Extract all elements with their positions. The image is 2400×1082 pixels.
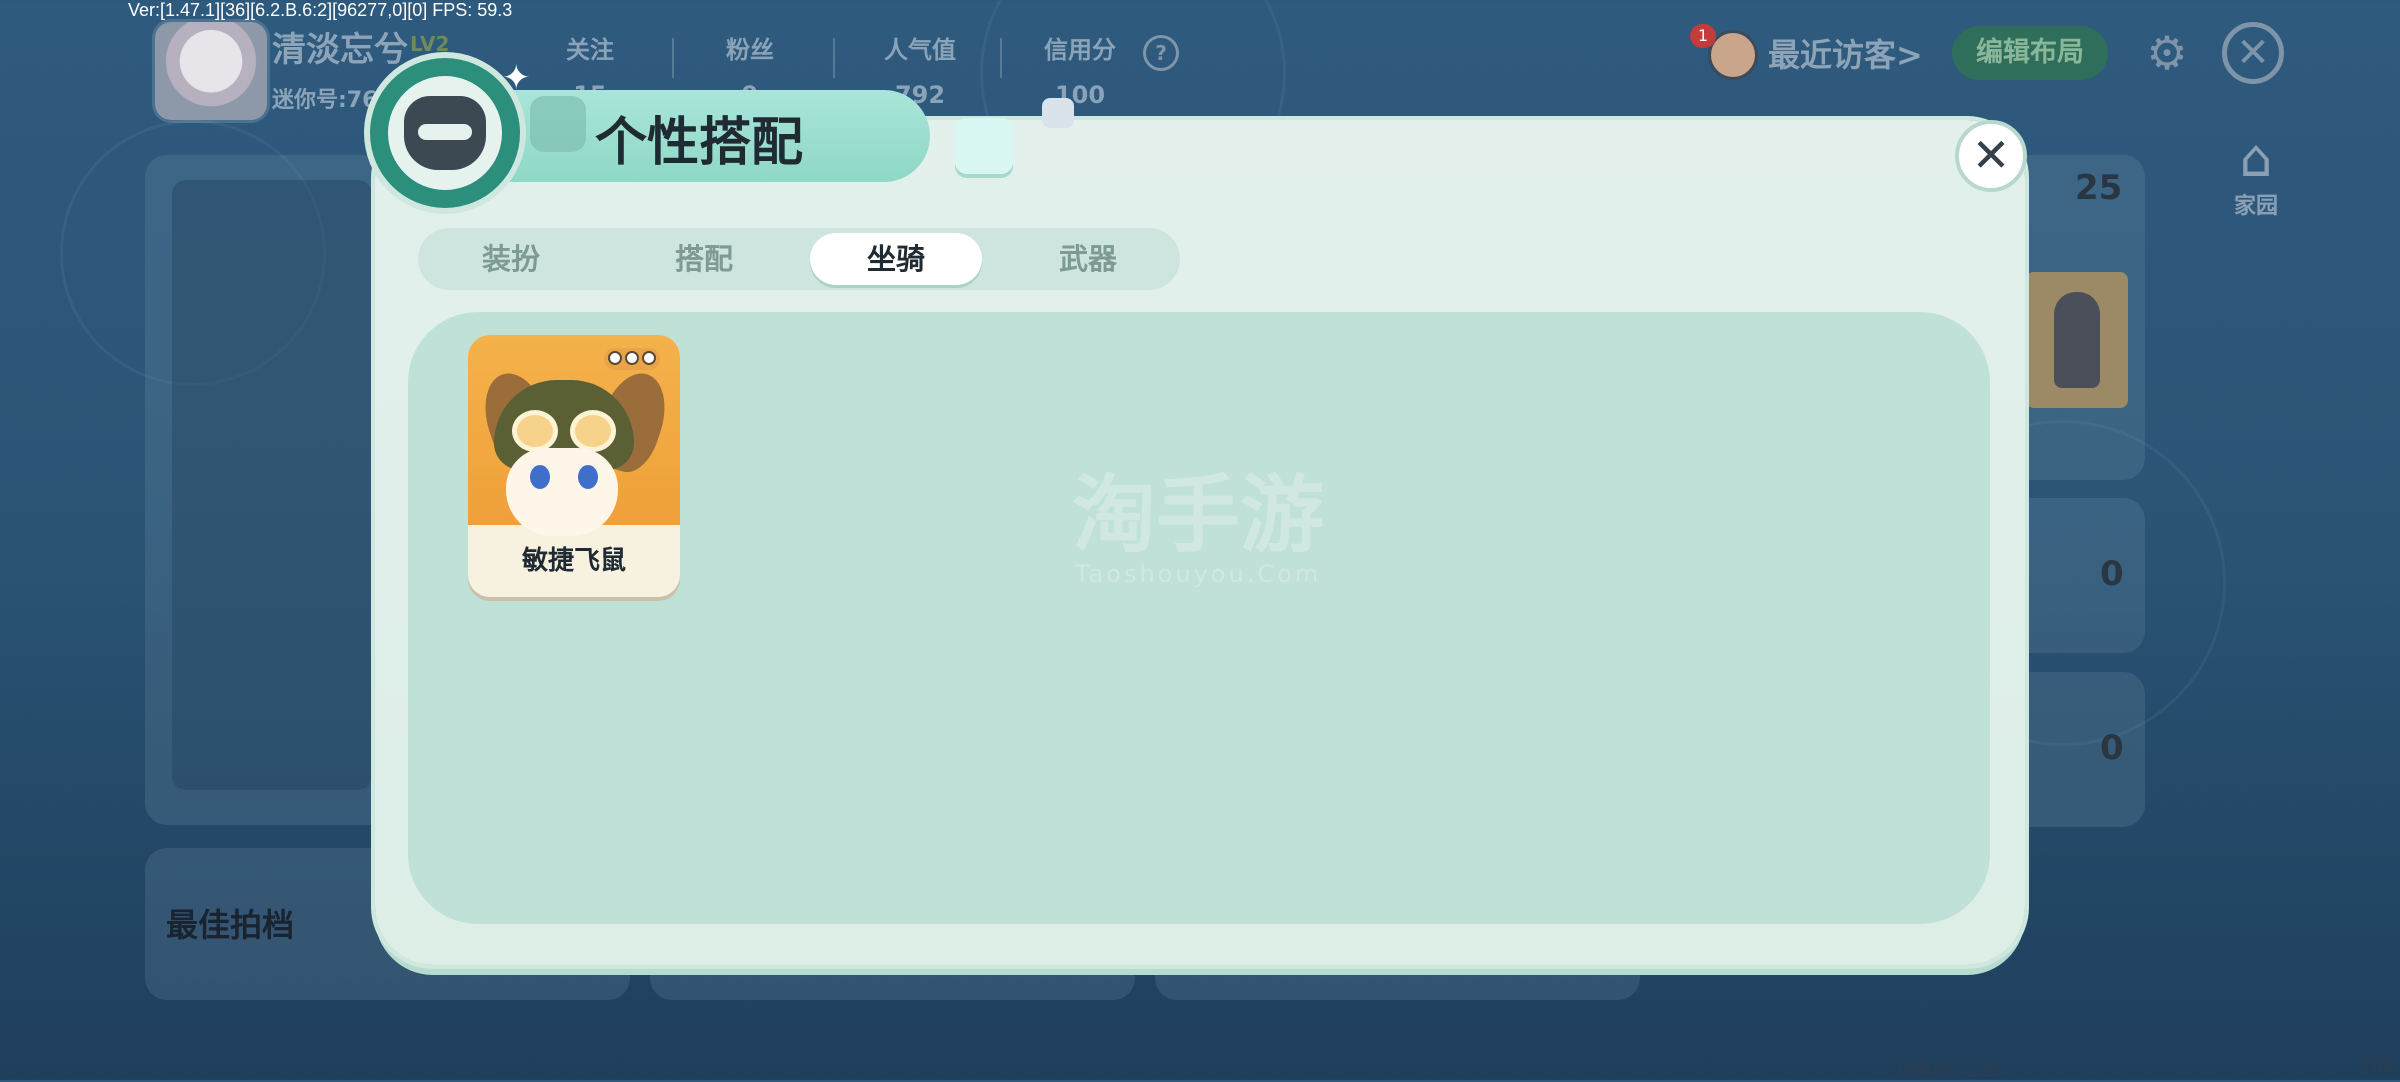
gear-icon[interactable]: ⚙ — [2144, 30, 2190, 76]
more-dot — [625, 351, 639, 365]
right-stat-number: 0 — [2100, 554, 2124, 594]
showcase-inner — [172, 180, 372, 790]
stat-label: 信用分 — [1044, 36, 1116, 64]
tab-outfit[interactable]: 搭配 — [618, 233, 790, 285]
recent-visitors-link[interactable]: 最近访客> — [1768, 30, 1923, 76]
watermark-main: 淘手游 — [1071, 466, 1324, 564]
mount-eye — [578, 465, 598, 489]
divider — [833, 38, 835, 78]
tab-mount[interactable]: 坐骑 — [810, 233, 982, 285]
stat-label: 粉丝 — [726, 36, 774, 64]
bottom-number: 766 — [2360, 1056, 2395, 1077]
mount-eye — [530, 465, 550, 489]
player-mini-id: 迷你号:76 — [272, 88, 378, 113]
divider — [672, 38, 674, 78]
ninja-mask-eyes — [418, 124, 472, 140]
divider — [1000, 38, 1002, 78]
player-name: 清淡忘兮 — [272, 30, 408, 70]
visitor-count-badge: 1 — [1690, 24, 1716, 48]
help-icon[interactable]: ? — [1143, 35, 1179, 71]
player-avatar[interactable] — [155, 22, 267, 120]
mount-goggle — [512, 410, 558, 452]
right-stat-number: 0 — [2100, 728, 2124, 768]
more-dot — [608, 351, 622, 365]
mount-face — [506, 448, 618, 536]
mount-goggle — [570, 410, 616, 452]
decor-square — [1042, 98, 1074, 128]
stat-label: 人气值 — [884, 36, 956, 64]
watermark: 淘手游 Taoshouyou.Com — [1068, 470, 1328, 588]
watermark-sub: Taoshouyou.Com — [1074, 560, 1322, 588]
player-level: LV2 — [410, 32, 450, 56]
more-dot — [642, 351, 656, 365]
stat-label: 关注 — [566, 36, 614, 64]
tab-weapon[interactable]: 武器 — [1002, 233, 1174, 285]
mount-item-name: 敏捷飞鼠 — [521, 546, 626, 576]
edit-layout-button[interactable]: 编辑布局 — [1952, 26, 2108, 80]
modal-title: 个性搭配 — [595, 113, 804, 173]
home-label: 家园 — [2233, 194, 2278, 219]
debug-version-text: Ver:[1.47.1][36][6.2.B.6:2][96277,0][0] … — [128, 0, 513, 20]
character-thumbnail[interactable] — [2026, 272, 2128, 408]
ip-location: IP属地: 江西 — [1898, 1060, 1998, 1081]
home-icon: ⌂ — [2239, 129, 2273, 189]
home-button[interactable]: ⌂ 家园 — [2220, 129, 2292, 219]
close-icon[interactable]: ✕ — [2222, 22, 2284, 84]
decor-square — [955, 118, 1013, 174]
best-partner-label: 最佳拍档 — [166, 906, 295, 944]
stat-credit[interactable]: 信用分 100 — [1030, 30, 1130, 109]
right-panel-number: 25 — [2075, 168, 2123, 208]
modal-close-button[interactable]: ✕ — [1955, 120, 2027, 192]
decor-square — [530, 96, 586, 152]
sparkle-icon: ✦ — [502, 58, 531, 98]
tab-costume[interactable]: 装扮 — [425, 233, 597, 285]
